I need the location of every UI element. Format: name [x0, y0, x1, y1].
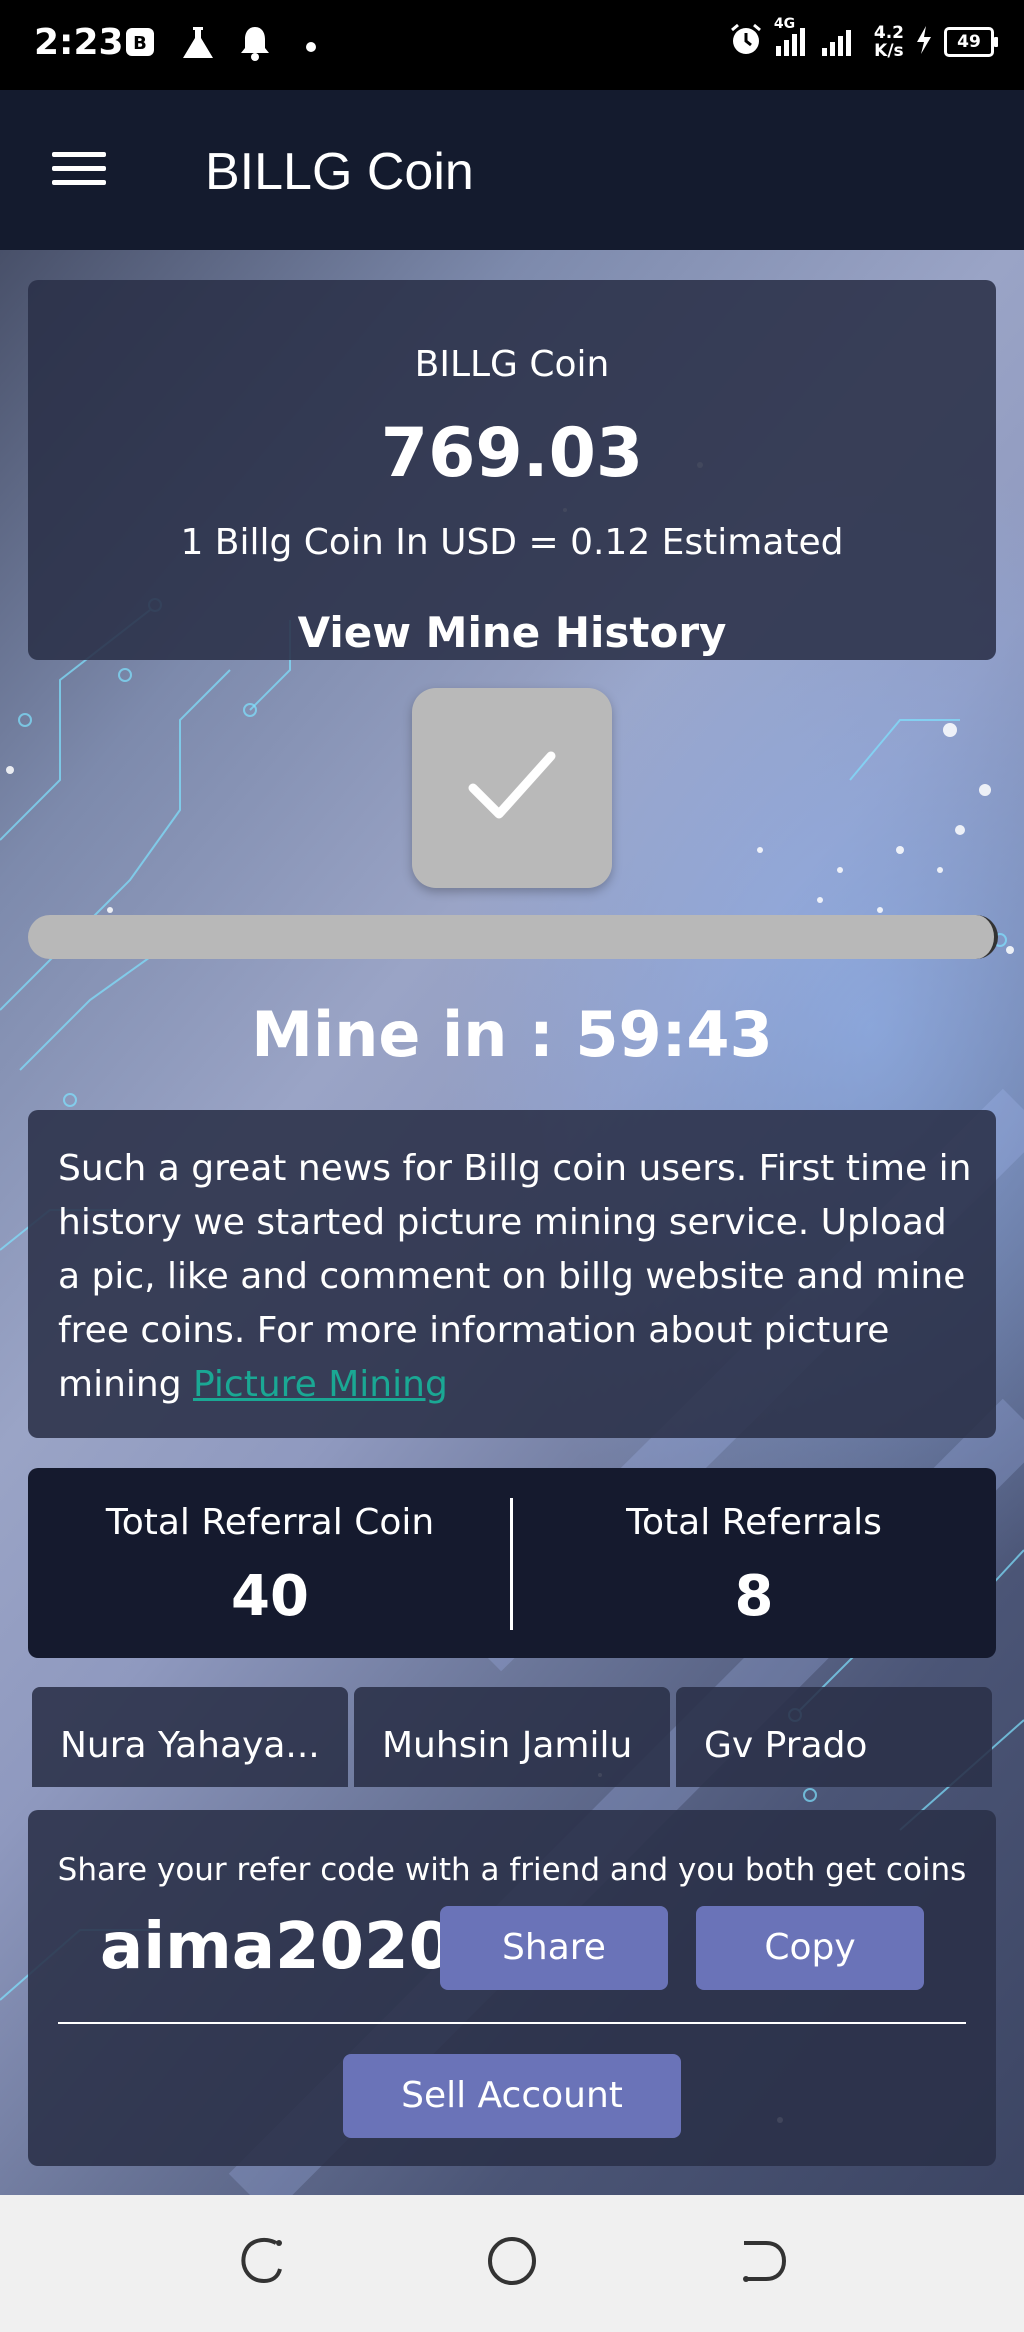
share-hint: Share your refer code with a friend and …	[57, 1852, 967, 1888]
network-type-label: 4G	[773, 16, 796, 32]
main-content[interactable]: BILLG Coin 769.03 1 Billg Coin In USD = …	[0, 250, 1024, 2195]
b-badge-icon: B	[124, 26, 156, 62]
bell-icon	[238, 24, 272, 66]
share-button[interactable]: Share	[440, 1906, 668, 1990]
referral-name: Muhsin Jamilu	[382, 1725, 633, 1766]
referral-count-stat: Total Referrals 8	[512, 1468, 996, 1658]
net-speed: 4.2 K/s	[874, 24, 904, 60]
mine-timer: Mine in : 59:43	[251, 998, 773, 1071]
hamburger-menu-icon[interactable]	[52, 152, 106, 192]
news-text: Such a great news for Billg coin users. …	[58, 1142, 978, 1412]
back-icon[interactable]	[736, 2233, 788, 2293]
battery-level: 49	[957, 32, 981, 52]
referral-chip[interactable]: Nura Yahaya...	[32, 1687, 348, 1787]
svg-text:B: B	[133, 33, 147, 54]
referral-count-label: Total Referrals	[626, 1502, 882, 1543]
app-title: BILLG Coin	[205, 143, 474, 201]
charging-icon	[914, 24, 934, 60]
picture-mining-link[interactable]: Picture Mining	[193, 1364, 448, 1405]
referral-stats-card: Total Referral Coin 40 Total Referrals 8	[28, 1468, 996, 1658]
checkmark-icon	[468, 751, 556, 819]
sell-account-button[interactable]: Sell Account	[343, 2054, 681, 2138]
battery-icon: 49	[944, 27, 998, 57]
referral-coin-label: Total Referral Coin	[105, 1502, 435, 1543]
app-bar: BILLG Coin	[0, 90, 1024, 250]
usd-rate: 1 Billg Coin In USD = 0.12 Estimated	[180, 522, 844, 563]
recents-icon[interactable]	[236, 2233, 288, 2293]
alarm-icon	[728, 22, 764, 62]
status-time: 2:23	[34, 22, 124, 63]
referral-chip[interactable]: Muhsin Jamilu	[354, 1687, 670, 1787]
status-right-group: 4G 4.2 K/s 49	[728, 16, 998, 62]
referral-chip[interactable]: Gv Prado	[676, 1687, 992, 1787]
flask-icon	[180, 24, 216, 66]
mine-button[interactable]	[412, 688, 612, 888]
refer-code: aima2020	[100, 1910, 454, 1984]
news-card: Such a great news for Billg coin users. …	[28, 1110, 996, 1438]
referral-coin-stat: Total Referral Coin 40	[28, 1468, 512, 1658]
balance-title: BILLG Coin	[414, 344, 610, 385]
share-card: Share your refer code with a friend and …	[28, 1810, 996, 2166]
referral-coin-value: 40	[231, 1564, 309, 1629]
share-divider	[58, 2022, 966, 2024]
dot-icon	[305, 38, 317, 57]
copy-button[interactable]: Copy	[696, 1906, 924, 1990]
balance-amount: 769.03	[380, 414, 644, 493]
referral-count-value: 8	[734, 1564, 774, 1629]
net-speed-unit: K/s	[874, 41, 904, 61]
home-icon[interactable]	[486, 2233, 538, 2293]
balance-card: BILLG Coin 769.03 1 Billg Coin In USD = …	[28, 280, 996, 660]
mining-progress-bar	[28, 915, 998, 959]
screen: 2:23 B 4G 4.2 K/s 49 BILLG Coin BILLG Co…	[0, 0, 1024, 2332]
status-bar: 2:23 B 4G 4.2 K/s 49	[0, 0, 1024, 90]
referral-name: Gv Prado	[704, 1725, 868, 1766]
signal-icon: 4G	[774, 16, 864, 62]
view-mine-history-link[interactable]: View Mine History	[28, 608, 996, 657]
net-speed-value: 4.2	[873, 23, 904, 43]
referral-name: Nura Yahaya...	[60, 1725, 320, 1766]
system-nav-bar	[0, 2195, 1024, 2332]
